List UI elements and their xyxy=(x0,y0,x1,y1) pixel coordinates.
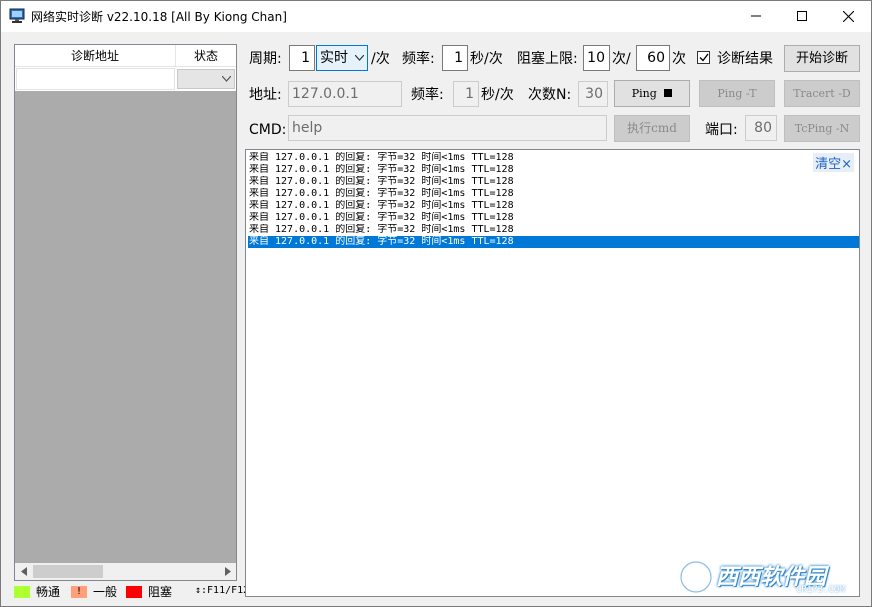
window-title: 网络实时诊断 v22.10.18 [All By Kiong Chan] xyxy=(31,10,287,24)
address-input[interactable]: 127.0.0.1 xyxy=(288,81,402,107)
legend-swatch-clear xyxy=(14,586,30,598)
app-window: 网络实时诊断 v22.10.18 [All By Kiong Chan] 诊断地… xyxy=(0,0,872,607)
title-bar[interactable]: 网络实时诊断 v22.10.18 [All By Kiong Chan] xyxy=(1,1,871,32)
network-app-icon xyxy=(9,8,25,23)
period-mode-value: 实时 xyxy=(320,50,348,66)
block-limit-unit-label: 次/ xyxy=(612,51,631,67)
hotkey-hint: ↕:F11/F12 xyxy=(195,585,250,596)
block-total-unit-label: 次 xyxy=(672,51,686,67)
chevron-down-icon xyxy=(218,70,234,88)
clear-log-link[interactable]: 清空× xyxy=(813,153,854,172)
diagnose-result-label[interactable]: 诊断结果 xyxy=(717,49,773,69)
stop-icon xyxy=(664,89,673,97)
count-label: 次数N: xyxy=(528,87,572,103)
frequency-input-2[interactable]: 1 xyxy=(453,81,479,107)
maximize-icon xyxy=(797,11,807,21)
chevron-down-icon xyxy=(353,46,365,70)
checkmark-icon xyxy=(699,53,709,62)
watermark-logo: 西西软件园 CR173.COM xyxy=(676,557,858,597)
minimize-icon xyxy=(751,15,761,17)
column-header-address[interactable]: 诊断地址 xyxy=(15,45,176,67)
period-input[interactable]: 1 xyxy=(289,45,315,71)
horizontal-scrollbar[interactable] xyxy=(15,563,236,580)
log-line[interactable]: 来自 127.0.0.1 的回复: 字节=32 时间<1ms TTL=128 xyxy=(248,200,859,212)
log-line[interactable]: 来自 127.0.0.1 的回复: 字节=32 时间<1ms TTL=128 xyxy=(248,164,859,176)
diagnose-result-checkbox[interactable] xyxy=(697,51,710,64)
log-line[interactable]: 来自 127.0.0.1 的回复: 字节=32 时间<1ms TTL=128 xyxy=(248,152,859,164)
cmd-label: CMD: xyxy=(249,122,287,138)
address-list-row[interactable] xyxy=(15,67,236,91)
output-log[interactable]: 来自 127.0.0.1 的回复: 字节=32 时间<1ms TTL=128 来… xyxy=(245,149,860,597)
log-line[interactable]: 来自 127.0.0.1 的回复: 字节=32 时间<1ms TTL=128 xyxy=(248,224,859,236)
frequency-label-2: 频率: xyxy=(411,87,444,103)
ping-button[interactable]: Ping xyxy=(614,80,690,107)
frequency-unit-label-2: 秒/次 xyxy=(481,87,514,103)
status-cell-combo[interactable] xyxy=(177,69,235,89)
address-list-panel[interactable]: 诊断地址 状态 xyxy=(14,44,237,581)
watermark-url: CR173.COM xyxy=(796,585,845,595)
legend-swatch-normal: ! xyxy=(71,586,87,598)
exec-cmd-button[interactable]: 执行cmd xyxy=(614,115,690,142)
log-line[interactable]: 来自 127.0.0.1 的回复: 字节=32 时间<1ms TTL=128 xyxy=(248,188,859,200)
block-total-input[interactable]: 60 xyxy=(636,45,670,71)
period-unit-label: /次 xyxy=(371,51,390,67)
start-diagnose-button[interactable]: 开始诊断 xyxy=(784,45,860,72)
period-mode-select[interactable]: 实时 xyxy=(316,45,368,71)
ping-t-button[interactable]: Ping -T xyxy=(699,80,775,107)
minimize-button[interactable] xyxy=(733,1,779,31)
legend-label-blocked: 阻塞 xyxy=(148,585,173,599)
port-label: 端口: xyxy=(705,122,738,138)
watermark-logo-icon xyxy=(678,559,714,595)
log-line-selected[interactable]: 来自 127.0.0.1 的回复: 字节=32 时间<1ms TTL=128 xyxy=(248,236,859,248)
tcping-button[interactable]: TcPing -N xyxy=(784,115,860,142)
address-label: 地址: xyxy=(249,87,282,103)
tracert-button[interactable]: Tracert -D xyxy=(784,80,860,107)
scroll-right-icon[interactable] xyxy=(219,563,236,580)
period-label: 周期: xyxy=(249,51,282,67)
cmd-input[interactable]: help xyxy=(288,115,607,141)
legend-label-clear: 畅通 xyxy=(36,585,61,599)
legend-label-normal: 一般 xyxy=(93,585,118,599)
address-cell-input[interactable] xyxy=(16,68,175,90)
frequency-unit-label: 秒/次 xyxy=(470,51,503,67)
close-button[interactable] xyxy=(825,1,871,31)
block-limit-input[interactable]: 10 xyxy=(583,45,610,71)
count-input[interactable]: 30 xyxy=(578,81,608,107)
scroll-thumb[interactable] xyxy=(33,565,103,578)
frequency-input[interactable]: 1 xyxy=(442,45,468,71)
scroll-left-icon[interactable] xyxy=(15,563,32,580)
address-list-header: 诊断地址 状态 xyxy=(15,45,236,67)
frequency-label: 频率: xyxy=(402,51,435,67)
port-input[interactable]: 80 xyxy=(745,115,777,141)
log-line[interactable]: 来自 127.0.0.1 的回复: 字节=32 时间<1ms TTL=128 xyxy=(248,212,859,224)
maximize-button[interactable] xyxy=(779,1,825,31)
column-header-status[interactable]: 状态 xyxy=(176,45,236,67)
legend-swatch-blocked xyxy=(126,586,142,598)
close-icon xyxy=(842,10,854,22)
ping-button-label: Ping xyxy=(631,87,657,100)
block-limit-label: 阻塞上限: xyxy=(517,51,578,67)
log-line[interactable]: 来自 127.0.0.1 的回复: 字节=32 时间<1ms TTL=128 xyxy=(248,176,859,188)
